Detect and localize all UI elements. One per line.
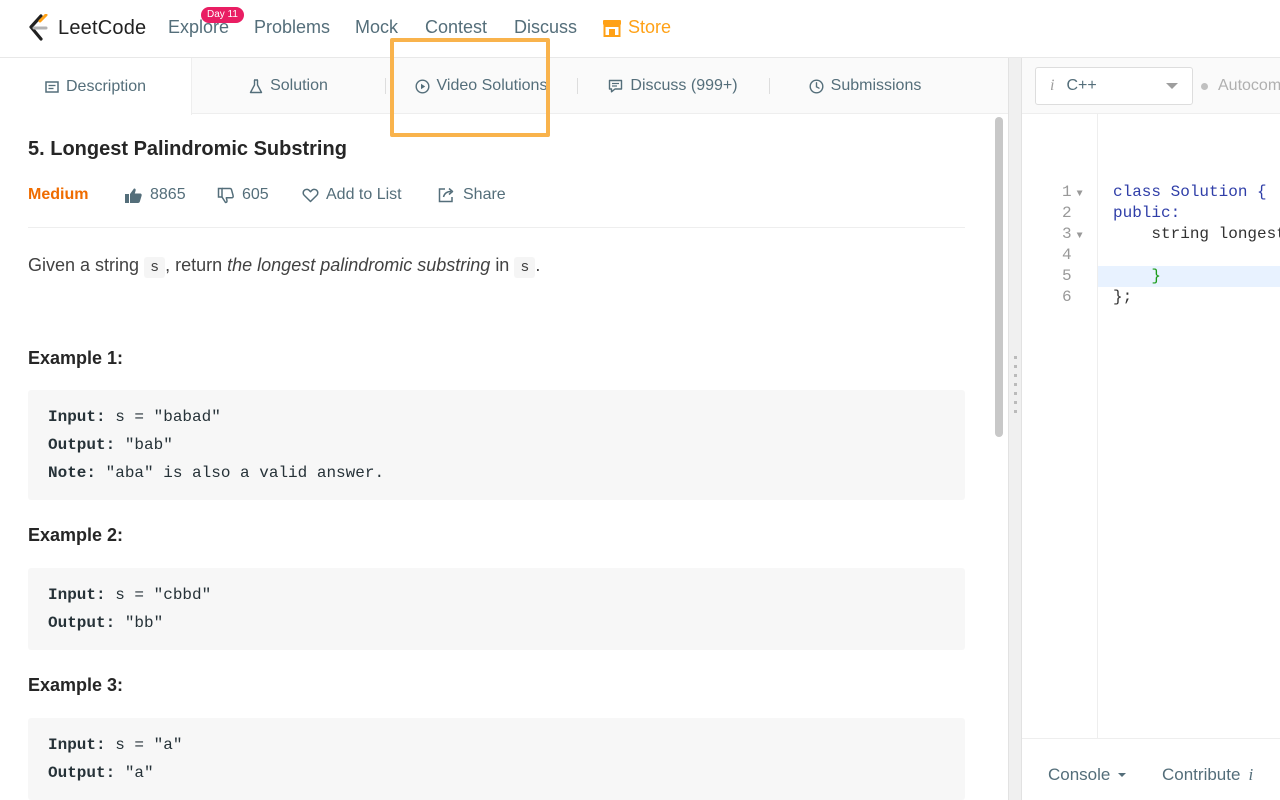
panel-resize-handle[interactable]: [1008, 58, 1022, 800]
chevron-down-icon: [1166, 83, 1178, 89]
statement-emphasis: the longest palindromic substring: [227, 255, 491, 275]
leetcode-logo[interactable]: LeetCode: [26, 13, 146, 43]
example-line: Note: "aba" is also a valid answer.: [48, 464, 385, 482]
comment-icon: [609, 79, 623, 93]
description-icon: [45, 80, 59, 93]
explore-day-badge: Day 11: [201, 7, 244, 23]
fold-arrow-icon: ▼: [1076, 189, 1083, 200]
line-number: 1 ▼: [1062, 183, 1083, 201]
line-number: 6: [1062, 288, 1072, 306]
share-button[interactable]: Share: [438, 183, 506, 207]
leetcode-logo-icon: [29, 14, 48, 41]
statement-text: .: [535, 255, 541, 275]
tab-submissions[interactable]: Submissions: [769, 58, 961, 114]
meta-divider: [28, 227, 965, 228]
caret-down-icon: [1118, 773, 1127, 777]
code-line: public:: [1113, 204, 1181, 222]
inline-code: s: [514, 257, 536, 278]
example-2-block: Input: s = "cbbd" Output: "bb": [28, 568, 965, 650]
tab-description[interactable]: Description: [0, 58, 192, 115]
share-label: Share: [463, 186, 506, 203]
nav-contest[interactable]: Contest: [425, 17, 487, 38]
inline-code: s: [144, 257, 166, 278]
like-button[interactable]: 8865: [124, 183, 186, 207]
top-navbar: LeetCode Explore Day 11 Problems Mock Co…: [0, 0, 1280, 58]
language-select[interactable]: i C++: [1035, 67, 1193, 105]
problem-panel: Description Solution Video Solutions Dis…: [0, 38, 1008, 800]
statement-text: Given a string: [28, 255, 140, 275]
add-to-list-button[interactable]: Add to List: [302, 183, 402, 207]
contribute-label: Contribute: [1162, 765, 1241, 784]
like-count: 8865: [150, 186, 186, 203]
info-icon: i: [1050, 77, 1055, 94]
example-3-title: Example 3:: [28, 675, 124, 695]
tab-discuss-label: Discuss (999+): [630, 77, 738, 94]
logo-text: LeetCode: [58, 16, 147, 39]
line-number: 4: [1062, 246, 1072, 264]
problem-statement: Given a string s, return the longest pal…: [28, 252, 540, 281]
language-value: C++: [1066, 77, 1097, 94]
code-line: }: [1113, 267, 1162, 285]
store-icon: [603, 19, 621, 37]
dislike-count: 605: [242, 186, 269, 203]
problem-tabs: Description Solution Video Solutions Dis…: [0, 38, 1008, 137]
statement-text: , return: [165, 255, 223, 275]
example-line: Output: "bab": [48, 436, 173, 454]
tab-discuss[interactable]: Discuss (999+): [577, 58, 769, 114]
line-number-gutter: 1 ▼ 2 3 ▼ 4 5 6: [1022, 114, 1098, 738]
nav-mock[interactable]: Mock: [355, 17, 398, 38]
clock-icon: [809, 78, 824, 94]
statement-text: in: [495, 255, 510, 275]
code-line: class Solution {: [1113, 183, 1267, 201]
line-number: 5: [1062, 267, 1072, 285]
tab-description-label: Description: [65, 77, 147, 95]
info-icon: i: [1248, 765, 1254, 784]
example-line: Output: "a": [48, 764, 154, 782]
drag-grip-icon: [1014, 356, 1017, 416]
dislike-button[interactable]: 605: [217, 183, 269, 207]
scrollbar-thumb[interactable]: [995, 117, 1003, 437]
description-scrollbar[interactable]: [993, 115, 1003, 800]
nav-discuss[interactable]: Discuss: [514, 17, 577, 38]
difficulty-badge: Medium: [28, 186, 89, 203]
fold-arrow-icon: ▼: [1076, 231, 1083, 242]
console-button[interactable]: Console: [1048, 765, 1127, 785]
example-1-block: Input: s = "babad" Output: "bab" Note: "…: [28, 390, 965, 500]
code-editor-panel: i C++ Autocomplete 1▼ 2 3▼ 4 5 6 class S…: [1022, 58, 1280, 800]
example-line: Output: "bb": [48, 614, 164, 632]
line-number: 2: [1062, 204, 1072, 222]
editor-toolbar: i C++ Autocomplete: [1022, 58, 1280, 114]
editor-footer: Console Contribute i: [1022, 738, 1280, 800]
problem-description: 5. Longest Palindromic Substring Medium …: [0, 115, 993, 800]
flask-icon: [249, 78, 263, 93]
problem-title: 5. Longest Palindromic Substring: [28, 138, 347, 160]
example-3-block: Input: s = "a" Output: "a": [28, 718, 965, 800]
autocomplete-label: Autocomplete: [1218, 77, 1280, 94]
example-2-title: Example 2:: [28, 525, 124, 545]
tab-submissions-label: Submissions: [830, 77, 922, 94]
problem-meta: Medium 8865 605 Add to List Share: [28, 183, 968, 207]
add-to-list-label: Add to List: [326, 186, 402, 203]
contribute-button[interactable]: Contribute i: [1162, 765, 1253, 785]
example-line: Input: s = "babad": [48, 408, 221, 426]
code-line: string longestPalindrome(string s) {: [1151, 225, 1280, 243]
code-area[interactable]: class Solution { public: string longestP…: [1098, 114, 1280, 738]
status-dot-icon: [1201, 82, 1208, 90]
nav-problems[interactable]: Problems: [254, 17, 330, 38]
console-label: Console: [1048, 765, 1111, 784]
autocomplete-toggle[interactable]: Autocomplete: [1201, 77, 1280, 95]
example-1-title: Example 1:: [28, 348, 124, 368]
heart-icon: [302, 188, 319, 202]
nav-store[interactable]: Store: [602, 17, 671, 38]
tab-solution[interactable]: Solution: [192, 58, 385, 114]
thumbs-down-icon: [217, 187, 234, 203]
example-line: Input: s = "cbbd": [48, 586, 212, 604]
nav-store-label: Store: [628, 17, 672, 37]
thumbs-up-icon: [125, 188, 142, 203]
line-number: 3 ▼: [1062, 225, 1083, 243]
example-line: Input: s = "a": [48, 736, 183, 754]
code-line: };: [1113, 288, 1133, 306]
share-icon: [438, 187, 454, 203]
tab-solution-label: Solution: [270, 77, 328, 94]
